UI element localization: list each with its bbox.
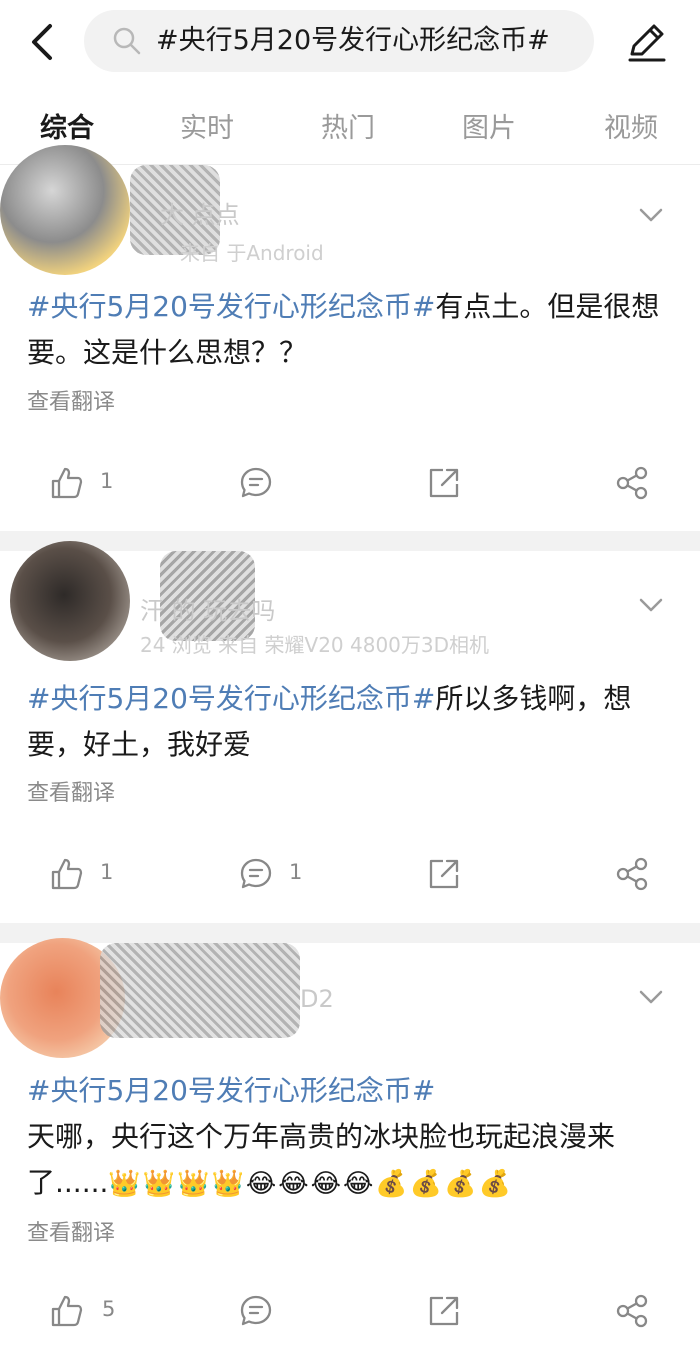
post-text: #央行5月20号发行心形纪念币# 天哪，央行这个万年高贵的冰块脸也玩起浪漫来了..… bbox=[27, 1068, 677, 1207]
hashtag-link[interactable]: #央行5月20号发行心形纪念币# bbox=[27, 290, 435, 323]
hashtag-link[interactable]: #央行5月20号发行心形纪念币# bbox=[27, 1074, 435, 1107]
share-button[interactable] bbox=[615, 850, 655, 900]
action-bar: 1 1 bbox=[0, 850, 700, 900]
username[interactable]: 汗 的 玩去吗 bbox=[140, 591, 275, 626]
like-button[interactable]: 1 bbox=[50, 459, 130, 509]
share-out-icon bbox=[429, 468, 459, 498]
tab-pictures[interactable]: 图片 bbox=[444, 106, 534, 145]
thumbs-up-icon bbox=[51, 1295, 83, 1327]
post-card: D2 #央行5月20号发行心形纪念币# 天哪，央行这个万年高贵的冰块脸也玩起浪漫来… bbox=[0, 938, 700, 1365]
thumbs-up-icon bbox=[51, 467, 83, 499]
comment-icon bbox=[240, 467, 272, 498]
post-card: 大 点点 来自 于Android #央行5月20号发行心形纪念币#有点土。但是很… bbox=[0, 145, 700, 530]
avatar[interactable] bbox=[10, 541, 130, 661]
tab-realtime[interactable]: 实时 bbox=[162, 106, 252, 145]
comment-button[interactable] bbox=[239, 1287, 299, 1337]
chevron-down-icon[interactable] bbox=[637, 595, 665, 615]
post-meta: 24 浏览 来自 荣耀V20 4800万3D相机 bbox=[140, 633, 490, 657]
like-count: 5 bbox=[102, 1297, 116, 1321]
top-bar: #央行5月20号发行心形纪念币# bbox=[0, 0, 700, 86]
share-nodes-icon bbox=[616, 1294, 648, 1328]
chevron-down-icon[interactable] bbox=[637, 987, 665, 1007]
action-bar: 5 bbox=[0, 1287, 700, 1337]
comment-button[interactable] bbox=[239, 459, 299, 509]
translate-link[interactable]: 查看翻译 bbox=[27, 384, 115, 416]
comment-count: 1 bbox=[289, 860, 303, 884]
share-button[interactable] bbox=[615, 459, 655, 509]
translate-link[interactable]: 查看翻译 bbox=[27, 775, 115, 807]
post-text: #央行5月20号发行心形纪念币#有点土。但是很想要。这是什么思想？？ bbox=[27, 284, 677, 376]
translate-link[interactable]: 查看翻译 bbox=[27, 1215, 115, 1247]
chevron-down-icon[interactable] bbox=[637, 205, 665, 225]
back-arrow-icon bbox=[32, 24, 52, 60]
post-separator bbox=[0, 923, 700, 943]
avatar[interactable] bbox=[0, 145, 130, 275]
repost-button[interactable] bbox=[427, 1287, 467, 1337]
share-button[interactable] bbox=[615, 1287, 655, 1337]
hashtag-link[interactable]: #央行5月20号发行心形纪念币# bbox=[27, 682, 435, 715]
share-nodes-icon bbox=[616, 857, 648, 891]
like-button[interactable]: 5 bbox=[50, 1287, 130, 1337]
username[interactable]: D2 bbox=[300, 985, 334, 1013]
share-out-icon bbox=[429, 859, 459, 889]
action-bar: 1 bbox=[0, 459, 700, 509]
back-button[interactable] bbox=[24, 20, 64, 64]
thumbs-up-icon bbox=[51, 858, 83, 890]
share-nodes-icon bbox=[616, 466, 648, 500]
post-separator bbox=[0, 531, 700, 551]
search-bar[interactable]: #央行5月20号发行心形纪念币# bbox=[84, 10, 594, 72]
like-count: 1 bbox=[100, 469, 114, 493]
comment-icon bbox=[240, 858, 272, 889]
tab-hot[interactable]: 热门 bbox=[303, 106, 393, 145]
redaction-scribble bbox=[100, 943, 300, 1038]
repost-button[interactable] bbox=[427, 459, 467, 509]
repost-button[interactable] bbox=[427, 850, 467, 900]
tab-videos[interactable]: 视频 bbox=[586, 106, 676, 145]
post-card: 汗 的 玩去吗 24 浏览 来自 荣耀V20 4800万3D相机 #央行5月20… bbox=[0, 541, 700, 922]
like-button[interactable]: 1 bbox=[50, 850, 130, 900]
compose-button[interactable] bbox=[624, 20, 668, 64]
search-query[interactable]: #央行5月20号发行心形纪念币# bbox=[156, 24, 550, 58]
post-text: #央行5月20号发行心形纪念币#所以多钱啊，想要，好土，我好爱 bbox=[27, 676, 677, 768]
tab-comprehensive[interactable]: 综合 bbox=[22, 106, 112, 145]
search-icon bbox=[113, 27, 141, 55]
pencil-icon bbox=[628, 24, 666, 62]
post-meta: 来自 于Android bbox=[180, 241, 324, 265]
tab-bar: 综合 实时 热门 图片 视频 bbox=[0, 96, 700, 162]
like-count: 1 bbox=[100, 860, 114, 884]
username[interactable]: 大 点点 bbox=[160, 195, 240, 230]
share-out-icon bbox=[429, 1296, 459, 1326]
comment-icon bbox=[240, 1295, 272, 1326]
comment-button[interactable]: 1 bbox=[239, 850, 309, 900]
emoji-row: 👑👑👑👑😂😂😂😂💰💰💰💰 bbox=[108, 1169, 513, 1199]
